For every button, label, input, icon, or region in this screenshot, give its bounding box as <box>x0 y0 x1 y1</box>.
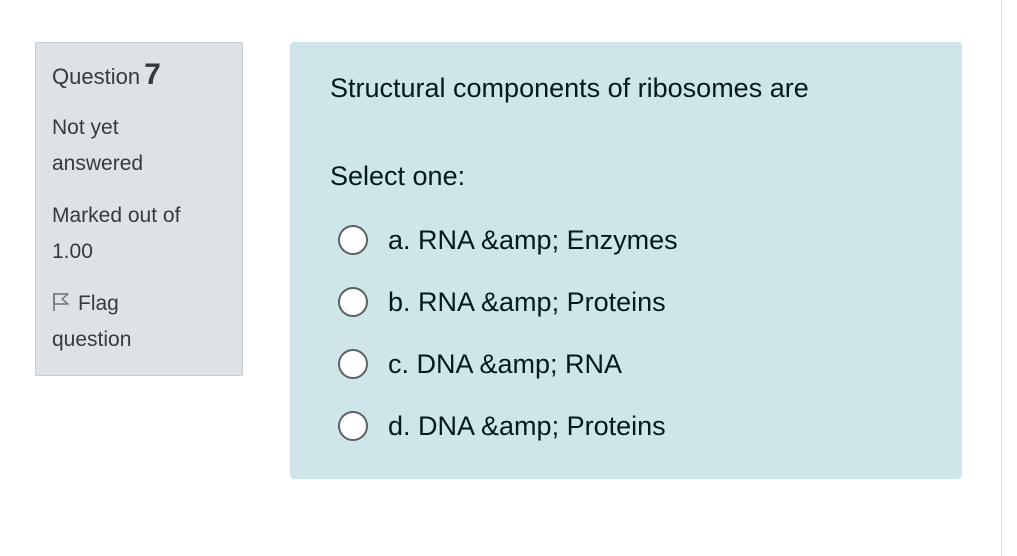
question-number: Question 7 <box>52 60 226 92</box>
flag-label-line1: Flag <box>78 292 119 315</box>
question-grade-line2: 1.00 <box>52 240 93 263</box>
question-label: Question <box>52 64 141 89</box>
radio-icon[interactable] <box>338 287 368 317</box>
question-info-panel: Question 7 Not yet answered Marked out of… <box>35 42 243 376</box>
question-state: Not yet answered <box>52 110 226 182</box>
question-state-line1: Not yet <box>52 116 119 139</box>
question-number-value: 7 <box>144 58 161 91</box>
answer-list: a. RNA &amp; Enzymes b. RNA &amp; Protei… <box>330 209 922 457</box>
answer-label[interactable]: a. RNA &amp; Enzymes <box>388 220 678 260</box>
question-grade-line1: Marked out of <box>52 204 181 227</box>
answer-option-b[interactable]: b. RNA &amp; Proteins <box>330 271 922 333</box>
page-edge <box>1001 0 1002 556</box>
question-content-panel: Structural components of ribosomes are S… <box>290 42 962 479</box>
answer-option-d[interactable]: d. DNA &amp; Proteins <box>330 395 922 457</box>
answer-option-c[interactable]: c. DNA &amp; RNA <box>330 333 922 395</box>
answer-label[interactable]: b. RNA &amp; Proteins <box>388 282 666 322</box>
question-text: Structural components of ribosomes are <box>330 73 809 103</box>
flag-label-line2: question <box>52 328 132 351</box>
radio-icon[interactable] <box>338 411 368 441</box>
answer-prompt: Select one: <box>330 161 466 191</box>
question-grade: Marked out of 1.00 <box>52 198 226 270</box>
radio-icon[interactable] <box>338 349 368 379</box>
answer-option-a[interactable]: a. RNA &amp; Enzymes <box>330 209 922 271</box>
answer-label[interactable]: c. DNA &amp; RNA <box>388 344 622 384</box>
flag-question-button[interactable]: Flag question <box>52 286 226 358</box>
answer-label[interactable]: d. DNA &amp; Proteins <box>388 406 666 446</box>
flag-icon <box>52 292 78 315</box>
question-state-line2: answered <box>52 152 144 175</box>
radio-icon[interactable] <box>338 225 368 255</box>
